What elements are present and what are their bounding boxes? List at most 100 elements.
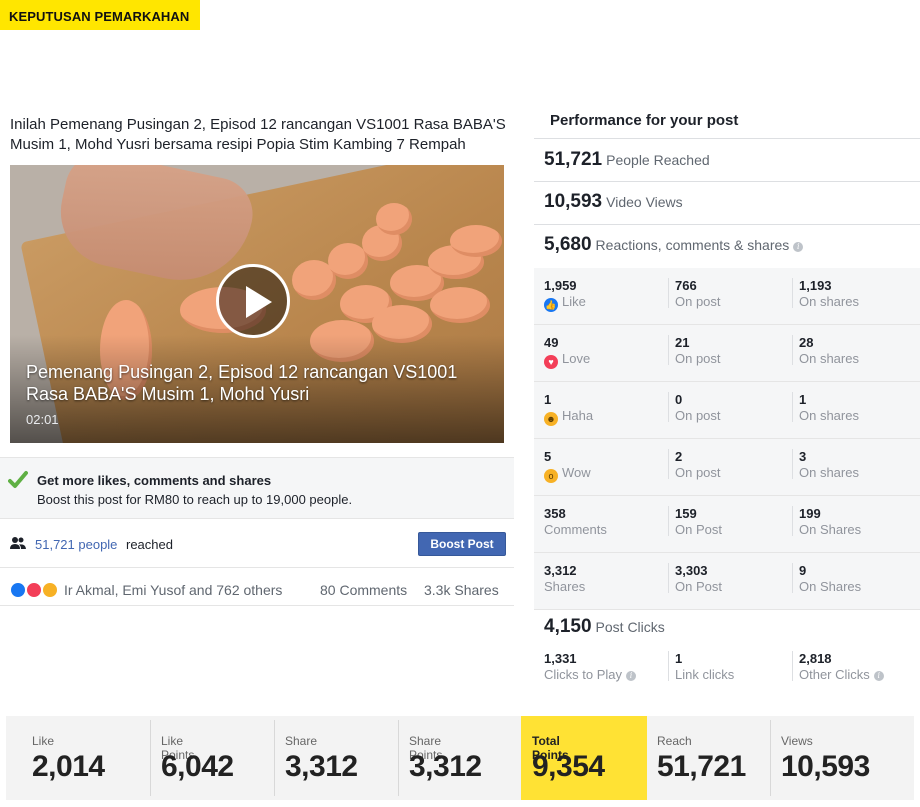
divider — [770, 720, 771, 796]
divider — [398, 720, 399, 796]
info-icon[interactable]: i — [793, 242, 804, 252]
social-summary: Ir Akmal, Emi Yusof and 762 others 80 Co… — [0, 570, 514, 606]
boost-suggestion: Get more likes, comments and shares Boos… — [0, 457, 514, 519]
love-on-post-label: On post — [675, 351, 721, 366]
page-tag: KEPUTUSAN PEMARKAHAN — [0, 0, 200, 30]
post-clicks-value: 4,150 — [544, 616, 592, 637]
like-total: 1,959 — [544, 278, 577, 293]
haha-on-shares-value: 1 — [799, 392, 807, 407]
shares-on-post-label: On Post — [675, 579, 722, 594]
reach-count-link[interactable]: 51,721 people — [35, 537, 117, 552]
points-summary: Like 2,014 Like Points 6,042 Share 3,312… — [6, 716, 914, 800]
info-icon[interactable]: i — [873, 671, 884, 681]
divider — [792, 335, 793, 365]
like-on-shares-label: On shares — [799, 294, 859, 309]
reactions-label: Reactions, comments & shares — [595, 237, 790, 253]
love-row: 49 ♥ Love 21 On post 28 On shares — [534, 325, 920, 382]
info-icon[interactable]: i — [626, 671, 637, 681]
divider — [668, 651, 669, 681]
haha-on-shares-label: On shares — [799, 408, 859, 423]
comments-on-post-value: 159 — [675, 506, 697, 521]
comments-link[interactable]: 80 Comments — [320, 582, 407, 598]
performance-panel: Performance for your post 51,721 People R… — [534, 100, 920, 695]
clicks-to-play-label: Clicks to Play — [544, 667, 623, 682]
divider — [792, 563, 793, 593]
boost-post-button[interactable]: Boost Post — [418, 532, 506, 556]
divider — [534, 181, 920, 182]
people-reached-metric: 51,721 People Reached — [544, 149, 710, 171]
dough-image — [450, 225, 502, 257]
stat-value: 9,354 — [532, 750, 605, 783]
wow-icon: o — [544, 469, 558, 483]
shares-link[interactable]: 3.3k Shares — [424, 582, 499, 598]
love-on-shares-value: 28 — [799, 335, 814, 350]
reactions-breakdown: 1,959 👍 Like 766 On post 1,193 On shares 49 ♥… — [534, 268, 920, 610]
dough-image — [430, 287, 490, 323]
stat-value: 3,312 — [285, 750, 358, 783]
post-clicks-label: Post Clicks — [595, 619, 665, 635]
haha-on-post-label: On post — [675, 408, 721, 423]
play-button[interactable] — [216, 264, 290, 338]
haha-label: Haha — [562, 408, 594, 423]
like-label: Like — [562, 294, 586, 309]
divider — [668, 278, 669, 308]
stat-value: 3,312 — [409, 750, 482, 783]
comments-on-shares-value: 199 — [799, 506, 821, 521]
wow-total: 5 — [544, 449, 552, 464]
video-views-value: 10,593 — [544, 191, 603, 212]
haha-total: 1 — [544, 392, 552, 407]
haha-row: 1 ☻ Haha 0 On post 1 On shares — [534, 382, 920, 439]
wow-icon[interactable] — [42, 582, 58, 598]
reach-row: 51,721 people reached Boost Post — [0, 520, 514, 568]
link-clicks-value: 1 — [675, 651, 683, 666]
love-label: Love — [562, 351, 591, 366]
divider — [534, 138, 920, 139]
people-icon — [10, 537, 26, 549]
post-clicks-metric: 4,150 Post Clicks — [544, 616, 665, 638]
stat-label: Like — [32, 734, 55, 748]
wow-on-post-value: 2 — [675, 449, 683, 464]
wow-on-post-label: On post — [675, 465, 721, 480]
video-player[interactable]: Pemenang Pusingan 2, Episod 12 rancangan… — [10, 165, 504, 443]
divider — [668, 335, 669, 365]
divider — [792, 506, 793, 536]
video-title: Pemenang Pusingan 2, Episod 12 rancangan… — [26, 362, 458, 404]
love-total: 49 — [544, 335, 559, 350]
shares-row: 3,312 Shares 3,303 On Post 9 On Shares — [534, 553, 920, 610]
divider — [792, 392, 793, 422]
people-reached-value: 51,721 — [544, 149, 603, 170]
love-icon: ♥ — [544, 355, 558, 369]
like-on-post-label: On post — [675, 294, 721, 309]
like-row: 1,959 👍 Like 766 On post 1,193 On shares — [534, 268, 920, 325]
wow-on-shares-value: 3 — [799, 449, 807, 464]
video-views-metric: 10,593 Video Views — [544, 191, 683, 213]
stat-label: Reach — [657, 734, 692, 748]
divider — [792, 278, 793, 308]
comments-total: 358 — [544, 506, 566, 521]
reactions-metric: 5,680 Reactions, comments & shares i — [544, 234, 804, 256]
haha-on-post-value: 0 — [675, 392, 683, 407]
stat-value: 2,014 — [32, 750, 105, 783]
other-clicks-label: Other Clicks — [799, 667, 870, 682]
dough-image — [376, 203, 412, 235]
reach-label: reached — [126, 537, 173, 552]
shares-label: Shares — [544, 579, 586, 594]
stat-value: 10,593 — [781, 750, 870, 783]
love-icon[interactable] — [26, 582, 42, 598]
divider — [150, 720, 151, 796]
like-icon[interactable] — [10, 582, 26, 598]
comments-row: 358 Comments 159 On Post 199 On Shares — [534, 496, 920, 553]
people-reached-label: People Reached — [606, 152, 710, 168]
other-clicks-value: 2,818 — [799, 651, 832, 666]
divider — [274, 720, 275, 796]
play-icon — [246, 286, 272, 318]
check-icon — [8, 471, 28, 488]
love-on-shares-label: On shares — [799, 351, 859, 366]
reactors-link[interactable]: Ir Akmal, Emi Yusof and 762 others — [64, 582, 282, 598]
video-views-label: Video Views — [606, 194, 683, 210]
clicks-to-play-value: 1,331 — [544, 651, 577, 666]
divider — [668, 392, 669, 422]
other-clicks: 2,818 Other Clicks i — [799, 651, 884, 682]
comments-on-shares-label: On Shares — [799, 522, 862, 537]
shares-on-shares-value: 9 — [799, 563, 807, 578]
